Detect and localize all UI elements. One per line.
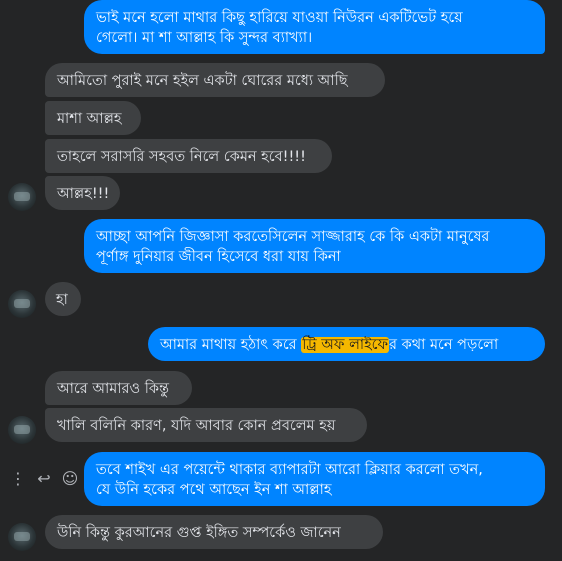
contact-avatar[interactable] xyxy=(8,523,36,551)
incoming-message[interactable]: আরে আমারও কিন্তু xyxy=(45,371,192,405)
message-text: পূর্ণাঙ্গ দুনিয়ার জীবন হিসেবে ধরা যায় … xyxy=(96,249,341,265)
message-text: তাহলে সরাসরি সহবত নিলে কেমন হবে!!!! xyxy=(57,149,306,165)
incoming-message[interactable]: তাহলে সরাসরি সহবত নিলে কেমন হবে!!!! xyxy=(45,139,332,173)
more-options-icon[interactable]: ⋮ xyxy=(9,469,27,488)
contact-avatar[interactable] xyxy=(8,416,36,444)
message-text: গেলো। মা শা আল্লাহ কি সুন্দর ব্যাখ্যা। xyxy=(96,30,313,46)
incoming-message[interactable]: আমিতো পুরাই মনে হইল একটা ঘোরের মধ্যে আছি xyxy=(45,63,385,97)
highlighted-text: ট্রি অফ লাইফে xyxy=(301,337,390,353)
message-text: আল্লহ!!! xyxy=(57,186,110,202)
message-text: তবে শাইখ এর পয়েন্টে থাকার ব্যাপারটা আরো… xyxy=(96,462,483,478)
incoming-message[interactable]: মাশা আল্লহ xyxy=(45,101,141,135)
contact-avatar[interactable] xyxy=(8,183,36,211)
react-icon[interactable]: ☺ xyxy=(61,469,79,488)
message-text: ভাই মনে হলো মাথার কিছু হারিয়ে যাওয়া নি… xyxy=(96,10,463,26)
incoming-message[interactable]: হা xyxy=(45,282,81,316)
message-text: আরে আমারও কিন্তু xyxy=(57,381,170,397)
contact-avatar[interactable] xyxy=(8,290,36,318)
incoming-message[interactable]: আল্লহ!!! xyxy=(45,176,120,210)
message-text: মাশা আল্লহ xyxy=(57,111,122,127)
message-text: আমিতো পুরাই মনে হইল একটা ঘোরের মধ্যে আছি xyxy=(57,73,348,89)
reply-icon[interactable]: ↩ xyxy=(35,469,53,488)
outgoing-message[interactable]: তবে শাইখ এর পয়েন্টে থাকার ব্যাপারটা আরো… xyxy=(84,452,545,506)
message-text: উনি কিন্তু কুরআনের গুপ্ত ইঙ্গিত সম্পর্কে… xyxy=(57,525,341,541)
message-actions: ⋮ ↩ ☺ xyxy=(9,469,79,488)
message-text: যে উনি হকের পথে আছেন ইন শা আল্লাহ xyxy=(96,482,332,498)
message-text: আচ্ছা আপনি জিজ্ঞাসা করতেসিলেন সাজ্জারাহ … xyxy=(96,229,490,245)
message-text: হা xyxy=(56,292,68,308)
message-text: খালি বলিনি কারণ, যদি আবার কোন প্রবলেম হয… xyxy=(57,418,336,434)
message-text: র কথা মনে পড়লো xyxy=(389,337,499,353)
outgoing-message[interactable]: ভাই মনে হলো মাথার কিছু হারিয়ে যাওয়া নি… xyxy=(84,0,545,54)
outgoing-message[interactable]: আচ্ছা আপনি জিজ্ঞাসা করতেসিলেন সাজ্জারাহ … xyxy=(84,219,545,273)
outgoing-message[interactable]: আমার মাথায় হঠাৎ করে ট্রি অফ লাইফের কথা … xyxy=(148,327,545,361)
incoming-message[interactable]: উনি কিন্তু কুরআনের গুপ্ত ইঙ্গিত সম্পর্কে… xyxy=(45,515,383,549)
incoming-message[interactable]: খালি বলিনি কারণ, যদি আবার কোন প্রবলেম হয… xyxy=(45,408,367,442)
message-text: আমার মাথায় হঠাৎ করে xyxy=(160,337,302,353)
